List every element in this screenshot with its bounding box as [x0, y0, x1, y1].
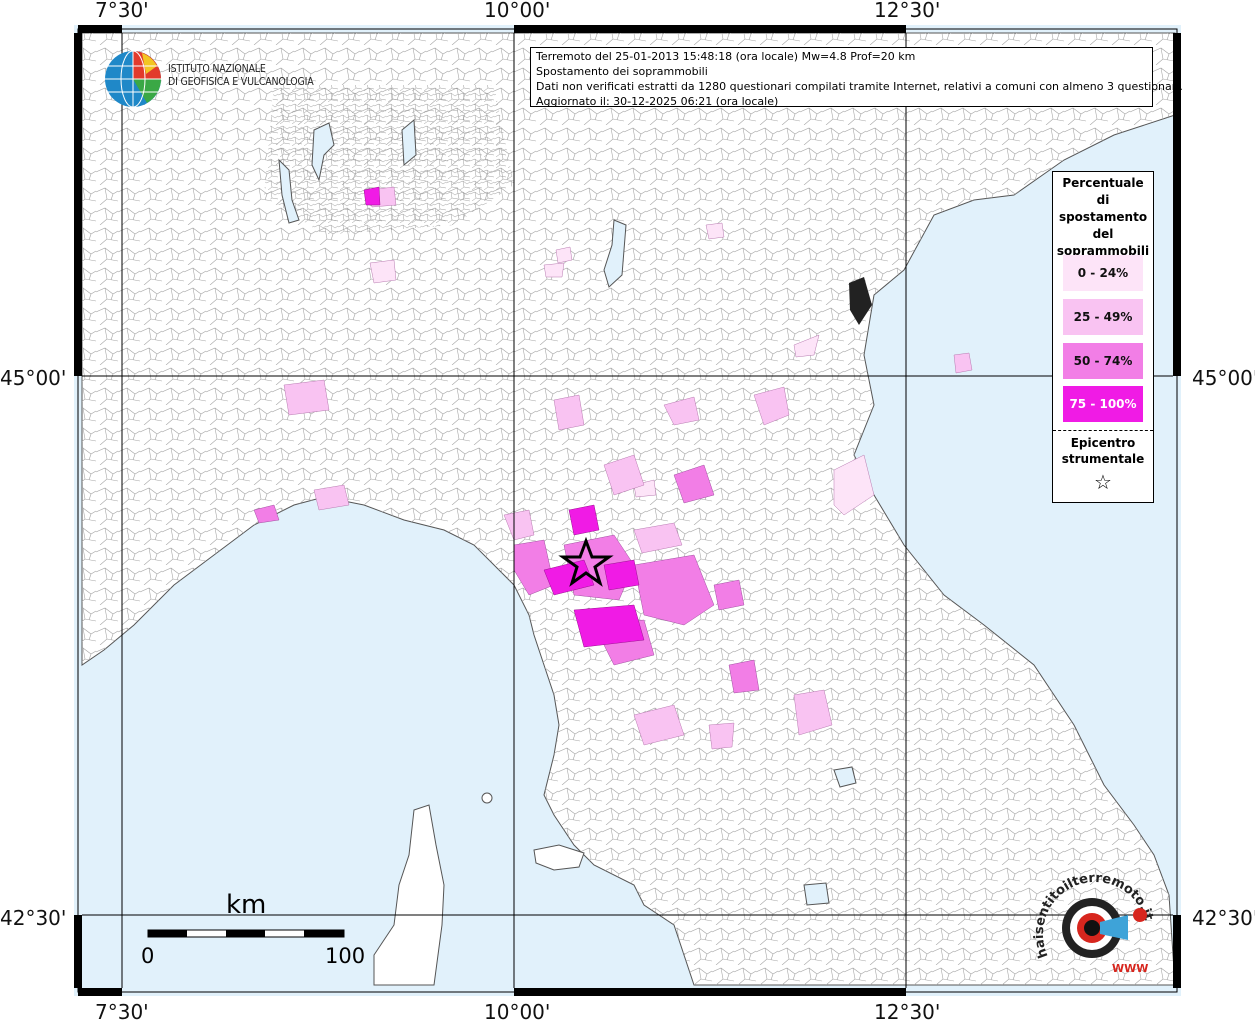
coord-left-1: 45°00' — [0, 366, 67, 390]
ingv-line-2: DI GEOFISICA E VULCANOLOGIA — [168, 76, 314, 88]
capraia — [481, 792, 493, 804]
coord-right-2: 42°30' — [1192, 906, 1255, 930]
coord-bottom-1: 7°30' — [95, 1000, 149, 1024]
scale-unit: km — [226, 890, 267, 920]
legend-divider — [1053, 430, 1153, 431]
haisentito-logo: haisentitoilterremoto.it WWW — [1032, 871, 1156, 975]
coord-top-2: 10°00' — [484, 0, 551, 22]
legend-epicenter: Epicentro strumentale — [1053, 435, 1153, 467]
legend-class-75-100: 75 - 100% — [1063, 386, 1143, 422]
legend-epicenter-line: strumentale — [1061, 452, 1145, 466]
coord-top-3: 12°30' — [874, 0, 941, 22]
event-updated: Aggiornato il: 30-12-2025 06:21 (ora loc… — [536, 95, 779, 108]
coord-left-2: 42°30' — [0, 906, 67, 930]
event-title: Terremoto del 25-01-2013 15:48:18 (ora l… — [536, 50, 916, 63]
coord-right-1: 45°00' — [1192, 366, 1255, 390]
legend-title-line: spostamento — [1058, 210, 1148, 224]
legend: Percentuale di spostamento del soprammob… — [1052, 171, 1154, 503]
legend-star-icon: ☆ — [1094, 470, 1112, 494]
event-subtitle: Spostamento dei soprammobili — [536, 65, 708, 78]
legend-title: Percentuale di spostamento del soprammob… — [1053, 172, 1153, 260]
lake-bolsena — [803, 882, 830, 906]
legend-class-50-74: 50 - 74% — [1063, 343, 1143, 379]
ingv-line-1: ISTITUTO NAZIONALE — [168, 63, 266, 75]
coord-top-1: 7°30' — [95, 0, 149, 22]
ingv-name: ISTITUTO NAZIONALE DI GEOFISICA E VULCAN… — [168, 63, 314, 89]
legend-epicenter-line: Epicentro — [1070, 436, 1136, 450]
scale-bar — [147, 929, 345, 938]
intensity-map[interactable] — [74, 25, 1181, 996]
legend-class-25-49: 25 - 49% — [1063, 299, 1143, 335]
scale-max: 100 — [325, 944, 366, 968]
globe-icon — [105, 50, 161, 108]
coord-bottom-3: 12°30' — [874, 1000, 941, 1024]
coord-bottom-2: 10°00' — [484, 1000, 551, 1024]
legend-title-line: del — [1092, 227, 1114, 241]
haisentito-www: WWW — [1112, 962, 1148, 975]
legend-class-0-24: 0 - 24% — [1063, 255, 1143, 291]
event-info-box: Terremoto del 25-01-2013 15:48:18 (ora l… — [530, 47, 1183, 108]
event-data-note: Dati non verificati estratti da 1280 que… — [536, 80, 1183, 93]
legend-title-line: di — [1096, 193, 1110, 207]
legend-title-line: Percentuale — [1062, 176, 1144, 190]
scale-min: 0 — [141, 944, 155, 968]
